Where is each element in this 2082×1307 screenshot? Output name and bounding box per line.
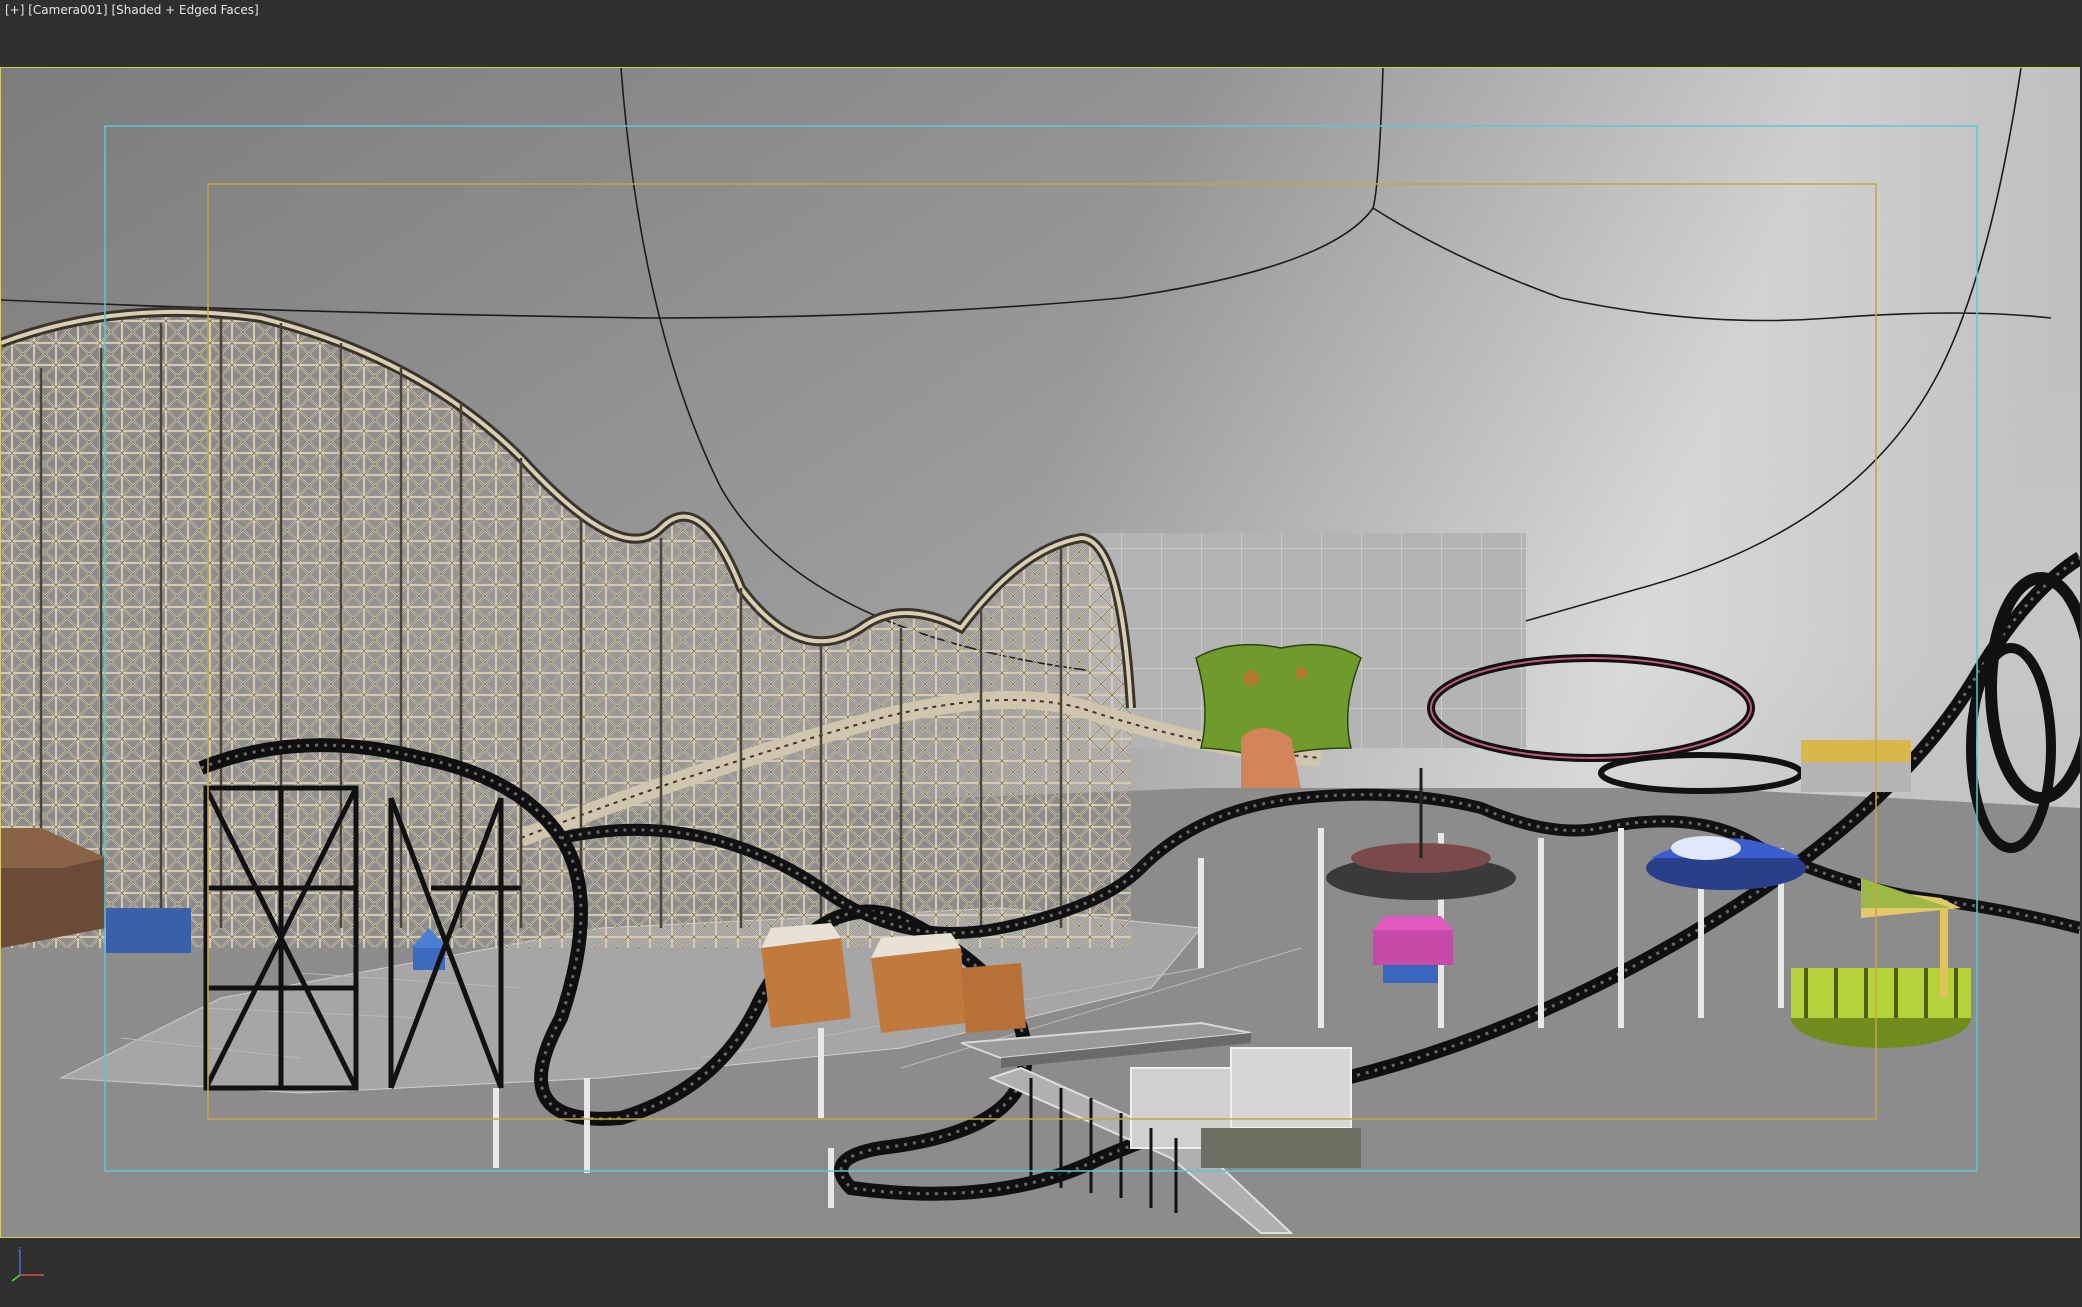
- camera-selector[interactable]: [Camera001]: [28, 3, 107, 17]
- scene-render: [1, 68, 2080, 1237]
- viewport-label: [+] [Camera001] [Shaded + Edged Faces]: [5, 3, 259, 17]
- viewport-menu-button[interactable]: [+]: [5, 3, 24, 17]
- axis-gizmo-icon: z: [11, 1246, 44, 1282]
- shading-mode-selector[interactable]: [Shaded + Edged Faces]: [111, 3, 258, 17]
- yellow-stand: [1801, 740, 1911, 792]
- camera-viewport[interactable]: [1, 68, 2080, 1237]
- svg-text:z: z: [18, 1246, 21, 1253]
